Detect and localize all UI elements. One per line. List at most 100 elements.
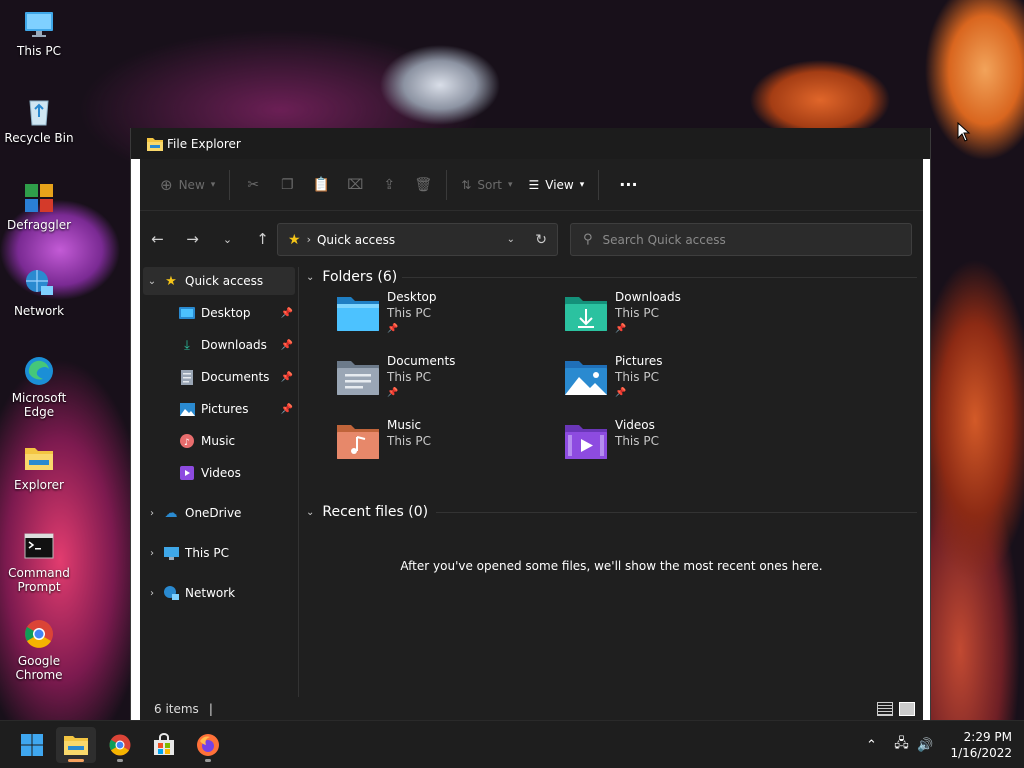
- volume-icon[interactable]: 🔊: [914, 738, 936, 753]
- address-location[interactable]: Quick access: [317, 233, 395, 247]
- sidebar-item-onedrive[interactable]: › ☁ OneDrive: [143, 499, 295, 527]
- sort-button[interactable]: ⇅ Sort ▾: [453, 169, 520, 201]
- sidebar-item-label: Pictures: [201, 402, 249, 416]
- folder-tile-downloads[interactable]: Downloads This PC 📌: [563, 289, 783, 345]
- folder-location: This PC: [387, 306, 431, 320]
- folder-name: Music: [387, 418, 422, 432]
- folders-section-title: Folders (6): [322, 269, 398, 285]
- refresh-icon[interactable]: ↻: [535, 232, 547, 248]
- desktop-icon-edge[interactable]: Microsoft Edge: [4, 355, 74, 419]
- sidebar-item-videos[interactable]: Videos: [143, 459, 295, 487]
- defraggler-icon: [25, 184, 53, 212]
- clock-date: 1/16/2022: [950, 746, 1012, 760]
- clipboard-icon: 📋: [312, 176, 331, 193]
- paste-button[interactable]: 📋: [304, 177, 338, 193]
- clock[interactable]: 2:29 PM 1/16/2022: [950, 729, 1012, 761]
- chrome-icon: [109, 734, 131, 756]
- desktop-icon-this-pc[interactable]: This PC: [4, 8, 74, 58]
- taskbar-store[interactable]: [144, 727, 184, 763]
- pin-icon: 📌: [387, 388, 399, 398]
- sidebar-item-documents[interactable]: Documents 📌: [143, 363, 295, 391]
- start-button[interactable]: [12, 727, 52, 763]
- copy-button[interactable]: ❐: [270, 177, 304, 193]
- network-icon: [163, 585, 179, 601]
- star-icon: ★: [288, 231, 301, 248]
- chevron-right-icon[interactable]: ›: [143, 548, 161, 559]
- chevron-down-icon[interactable]: ⌄: [143, 276, 161, 287]
- back-button[interactable]: ←: [140, 230, 175, 248]
- details-view-icon[interactable]: [877, 701, 893, 716]
- folder-tile-documents[interactable]: Documents This PC 📌: [335, 353, 555, 409]
- desktop-icon-recycle-bin[interactable]: Recycle Bin: [4, 95, 74, 145]
- taskbar-firefox[interactable]: [188, 727, 228, 763]
- recent-locations-button[interactable]: ⌄: [210, 233, 245, 246]
- chevron-right-icon[interactable]: ›: [143, 588, 161, 599]
- more-options-button[interactable]: ···: [605, 169, 651, 201]
- up-button[interactable]: ↑: [245, 230, 280, 248]
- forward-button[interactable]: →: [175, 230, 210, 248]
- address-dropdown-icon[interactable]: ⌄: [507, 234, 515, 245]
- address-bar[interactable]: ★ › Quick access ⌄ ↻: [277, 223, 558, 256]
- copy-icon: ❐: [281, 176, 294, 193]
- sidebar-item-label: Downloads: [201, 338, 267, 352]
- folder-tile-pictures[interactable]: Pictures This PC 📌: [563, 353, 783, 409]
- large-icons-view-icon[interactable]: [899, 701, 915, 716]
- folder-tile-music[interactable]: Music This PC: [335, 417, 555, 473]
- scissors-icon: ✂: [247, 176, 260, 193]
- star-icon: ★: [165, 273, 177, 289]
- chevron-down-icon: ⌄: [306, 271, 315, 283]
- desktop-folder-icon: [337, 297, 379, 331]
- toolbar-divider: [446, 169, 448, 200]
- share-button[interactable]: ⇪: [372, 177, 406, 193]
- desktop-icon-network[interactable]: Network: [4, 268, 74, 318]
- music-icon: ♪: [179, 433, 195, 449]
- sidebar-item-pictures[interactable]: Pictures 📌: [143, 395, 295, 423]
- sidebar-item-network[interactable]: › Network: [143, 579, 295, 607]
- arrow-up-icon: ↑: [256, 230, 269, 248]
- trash-icon: 🗑: [414, 176, 433, 193]
- cloud-icon: ☁: [164, 505, 178, 521]
- cut-button[interactable]: ✂: [236, 177, 270, 193]
- file-explorer-window: File Explorer ⊕ New ▾ ✂ ❐ 📋 ⌧ ⇪ 🗑 ⇅ Sort…: [130, 128, 931, 720]
- sidebar-item-music[interactable]: ♪ Music: [143, 427, 295, 455]
- new-button-label: New: [178, 177, 205, 192]
- monitor-icon: [163, 545, 179, 561]
- more-icon: ···: [619, 175, 638, 194]
- pin-icon: 📌: [387, 324, 399, 334]
- search-input[interactable]: [602, 232, 893, 247]
- mouse-cursor-icon: [957, 122, 971, 142]
- view-button[interactable]: ☰ View ▾: [521, 169, 593, 201]
- status-bar: 6 items |: [140, 697, 923, 720]
- sidebar-item-this-pc[interactable]: › This PC: [143, 539, 295, 567]
- desktop-icon-label: Recycle Bin: [4, 131, 74, 145]
- sidebar-item-quick-access[interactable]: ⌄ ★ Quick access: [143, 267, 295, 295]
- chevron-up-icon[interactable]: ⌃: [860, 738, 882, 753]
- desktop-icon-explorer[interactable]: Explorer: [4, 442, 74, 492]
- desktop-icon-label: Google Chrome: [15, 654, 63, 682]
- recent-section-header[interactable]: ⌄ Recent files (0): [306, 500, 428, 524]
- rename-button[interactable]: ⌧: [338, 177, 372, 193]
- chevron-down-icon: ▾: [507, 179, 513, 190]
- taskbar-chrome[interactable]: [100, 727, 140, 763]
- sidebar-item-desktop[interactable]: Desktop 📌: [143, 299, 295, 327]
- network-status-icon[interactable]: 🖧: [890, 734, 912, 756]
- desktop-icon-chrome[interactable]: Google Chrome: [4, 618, 74, 682]
- chevron-right-icon[interactable]: ›: [143, 508, 161, 519]
- view-toggle-group: [877, 701, 915, 716]
- desktop-icon-command-prompt[interactable]: Command Prompt: [4, 530, 74, 594]
- arrow-right-icon: →: [186, 230, 199, 248]
- folder-tile-desktop[interactable]: Desktop This PC 📌: [335, 289, 555, 345]
- firefox-icon: [197, 734, 219, 756]
- folders-section-header[interactable]: ⌄ Folders (6): [306, 265, 397, 289]
- folder-tile-videos[interactable]: Videos This PC: [563, 417, 783, 473]
- sidebar-item-downloads[interactable]: ⤓ Downloads 📌: [143, 331, 295, 359]
- desktop-icon-defraggler[interactable]: Defraggler: [4, 182, 74, 232]
- command-bar: ⊕ New ▾ ✂ ❐ 📋 ⌧ ⇪ 🗑 ⇅ Sort ▾ ☰ View ▾ ··…: [140, 159, 923, 211]
- chevron-right-icon: ›: [306, 233, 311, 246]
- title-bar[interactable]: File Explorer: [131, 128, 930, 159]
- search-box[interactable]: ⚲: [570, 223, 912, 256]
- taskbar-file-explorer[interactable]: [56, 727, 96, 763]
- pin-icon: 📌: [280, 339, 293, 351]
- new-button[interactable]: ⊕ New ▾: [152, 169, 223, 201]
- delete-button[interactable]: 🗑: [406, 177, 440, 193]
